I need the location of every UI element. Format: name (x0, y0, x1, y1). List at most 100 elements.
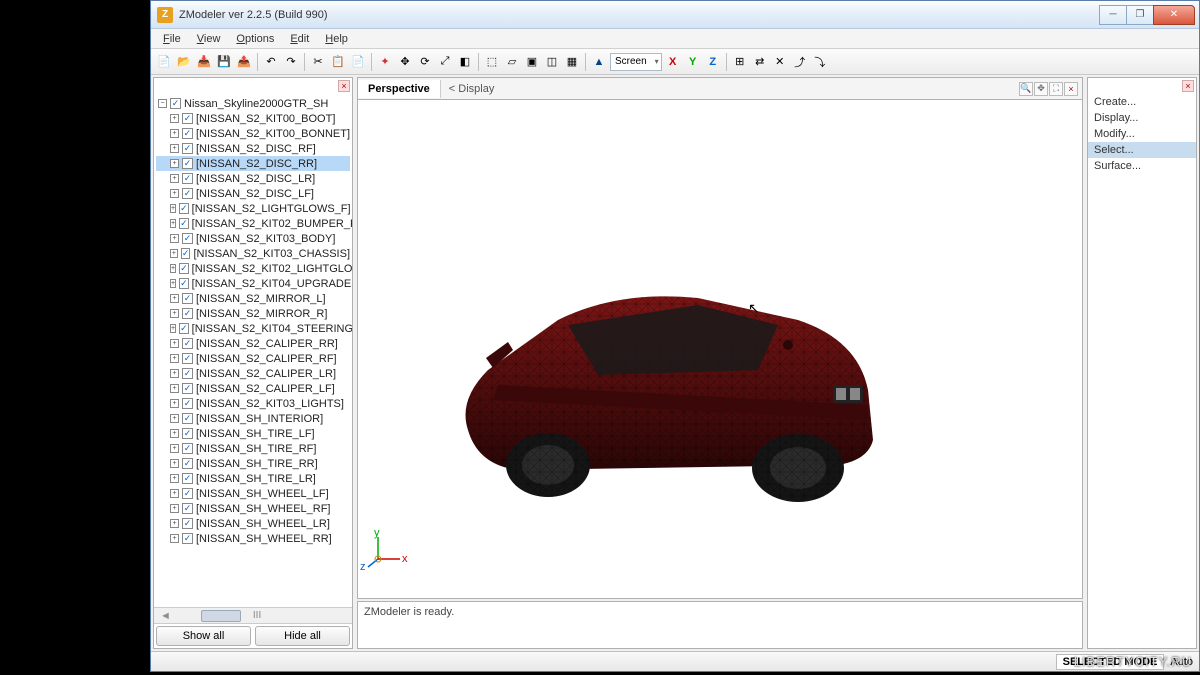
tree-item[interactable]: +✓[NISSAN_S2_KIT03_LIGHTS] (156, 396, 350, 411)
checkbox-icon[interactable]: ✓ (182, 473, 193, 484)
checkbox-icon[interactable]: ✓ (179, 203, 189, 214)
tree-item[interactable]: +✓[NISSAN_S2_KIT04_STEERINGW (156, 321, 350, 336)
checkbox-icon[interactable]: ✓ (182, 518, 193, 529)
tree-item[interactable]: +✓[NISSAN_S2_DISC_RR] (156, 156, 350, 171)
expand-icon[interactable]: + (170, 534, 179, 543)
tool4-icon[interactable]: ⤵ (811, 53, 829, 71)
tree-item[interactable]: +✓[NISSAN_SH_TIRE_RR] (156, 456, 350, 471)
checkbox-icon[interactable]: ✓ (182, 353, 193, 364)
expand-icon[interactable]: + (170, 249, 178, 258)
expand-icon[interactable]: + (170, 129, 179, 138)
expand-icon[interactable]: + (170, 159, 179, 168)
hide-all-button[interactable]: Hide all (255, 626, 350, 646)
axis-x-toggle[interactable]: X (664, 53, 682, 71)
show-all-button[interactable]: Show all (156, 626, 251, 646)
display-menu[interactable]: < Display (441, 80, 503, 98)
tree-item[interactable]: +✓[NISSAN_SH_WHEEL_RR] (156, 531, 350, 546)
expand-icon[interactable]: + (170, 204, 176, 213)
axis-z-toggle[interactable]: Z (704, 53, 722, 71)
tree-item[interactable]: +✓[NISSAN_S2_KIT02_LIGHTGLOW (156, 261, 350, 276)
checkbox-icon[interactable]: ✓ (179, 323, 189, 334)
tree-item[interactable]: +✓[NISSAN_S2_KIT04_UPGRADES] (156, 276, 350, 291)
export-icon[interactable]: 📤 (235, 53, 253, 71)
checkbox-icon[interactable]: ✓ (182, 398, 193, 409)
menu-options[interactable]: Options (228, 31, 282, 47)
tool-category[interactable]: Surface... (1088, 158, 1196, 174)
checkbox-icon[interactable]: ✓ (182, 533, 193, 544)
tool-category[interactable]: Create... (1088, 94, 1196, 110)
expand-icon[interactable]: + (170, 264, 176, 273)
pan-icon[interactable]: ✥ (1034, 82, 1048, 96)
menu-edit[interactable]: Edit (282, 31, 317, 47)
snap-icon[interactable]: ⊞ (731, 53, 749, 71)
expand-icon[interactable]: + (170, 114, 179, 123)
expand-icon[interactable]: + (170, 474, 179, 483)
checkbox-icon[interactable]: ✓ (179, 218, 189, 229)
tree-item[interactable]: +✓[NISSAN_SH_TIRE_LR] (156, 471, 350, 486)
panel-close-icon[interactable]: × (1182, 80, 1194, 92)
tree-item[interactable]: +✓[NISSAN_S2_LIGHTGLOWS_F] (156, 201, 350, 216)
scroll-thumb[interactable] (201, 610, 241, 622)
checkbox-icon[interactable]: ✓ (182, 428, 193, 439)
tree-item[interactable]: +✓[NISSAN_SH_WHEEL_LF] (156, 486, 350, 501)
expand-icon[interactable]: + (170, 369, 179, 378)
close-button[interactable]: ✕ (1153, 5, 1195, 25)
vertex-icon[interactable]: ⬚ (483, 53, 501, 71)
checkbox-icon[interactable]: ✓ (182, 368, 193, 379)
import-icon[interactable]: 📥 (195, 53, 213, 71)
checkbox-icon[interactable]: ✓ (181, 248, 191, 259)
open-icon[interactable]: 📂 (175, 53, 193, 71)
save-icon[interactable]: 💾 (215, 53, 233, 71)
perspective-tab[interactable]: Perspective (358, 80, 441, 98)
tree-item[interactable]: +✓[NISSAN_S2_CALIPER_LR] (156, 366, 350, 381)
tool3-icon[interactable]: ⤴ (791, 53, 809, 71)
checkbox-icon[interactable]: ✓ (182, 188, 193, 199)
scale-icon[interactable]: ⤢ (436, 53, 454, 71)
perspective-viewport[interactable]: ↖ y x z (357, 99, 1083, 599)
minimize-button[interactable]: ─ (1099, 5, 1127, 25)
cut-icon[interactable]: ✂ (309, 53, 327, 71)
menu-view[interactable]: View (189, 31, 229, 47)
tree-item[interactable]: +✓[NISSAN_S2_KIT00_BONNET] (156, 126, 350, 141)
tool2-icon[interactable]: ✕ (771, 53, 789, 71)
titlebar[interactable]: Z ZModeler ver 2.2.5 (Build 990) ─ ❐ ✕ (151, 1, 1199, 29)
viewport-close-icon[interactable]: × (1064, 82, 1078, 96)
expand-icon[interactable]: + (170, 399, 179, 408)
undo-icon[interactable]: ↶ (262, 53, 280, 71)
expand-icon[interactable]: + (170, 504, 179, 513)
horizontal-scrollbar[interactable]: ◄ III (154, 607, 352, 623)
tree-item[interactable]: +✓[NISSAN_S2_CALIPER_RR] (156, 336, 350, 351)
expand-icon[interactable]: + (170, 444, 179, 453)
gizmo-icon[interactable]: ▲ (590, 53, 608, 71)
tree-item[interactable]: +✓[NISSAN_SH_WHEEL_RF] (156, 501, 350, 516)
expand-icon[interactable]: + (170, 414, 179, 423)
checkbox-icon[interactable]: ✓ (182, 383, 193, 394)
checkbox-icon[interactable]: ✓ (182, 488, 193, 499)
checkbox-icon[interactable]: ✓ (182, 413, 193, 424)
expand-icon[interactable]: + (170, 324, 176, 333)
checkbox-icon[interactable]: ✓ (182, 233, 193, 244)
edge-icon[interactable]: ▱ (503, 53, 521, 71)
select-icon[interactable]: ✦ (376, 53, 394, 71)
checkbox-icon[interactable]: ✓ (179, 263, 189, 274)
tree-item[interactable]: +✓[NISSAN_S2_CALIPER_RF] (156, 351, 350, 366)
expand-icon[interactable]: + (170, 189, 179, 198)
tree-item[interactable]: +✓[NISSAN_S2_MIRROR_L] (156, 291, 350, 306)
tree-item[interactable]: +✓[NISSAN_S2_DISC_LF] (156, 186, 350, 201)
tree-item[interactable]: +✓[NISSAN_S2_KIT03_CHASSIS] (156, 246, 350, 261)
object-icon[interactable]: ▦ (563, 53, 581, 71)
fit-icon[interactable]: ⛶ (1049, 82, 1063, 96)
expand-icon[interactable]: + (170, 459, 179, 468)
menu-file[interactable]: File (155, 31, 189, 47)
expand-icon[interactable]: + (170, 519, 179, 528)
tool-category[interactable]: Display... (1088, 110, 1196, 126)
tree-item[interactable]: +✓[NISSAN_S2_DISC_LR] (156, 171, 350, 186)
face-icon[interactable]: ▣ (523, 53, 541, 71)
panel-close-icon[interactable]: × (338, 80, 350, 92)
move-icon[interactable]: ✥ (396, 53, 414, 71)
paste-icon[interactable]: 📄 (349, 53, 367, 71)
checkbox-icon[interactable]: ✓ (182, 143, 193, 154)
expand-icon[interactable]: + (170, 174, 179, 183)
axis-y-toggle[interactable]: Y (684, 53, 702, 71)
tree-item[interactable]: +✓[NISSAN_SH_TIRE_LF] (156, 426, 350, 441)
